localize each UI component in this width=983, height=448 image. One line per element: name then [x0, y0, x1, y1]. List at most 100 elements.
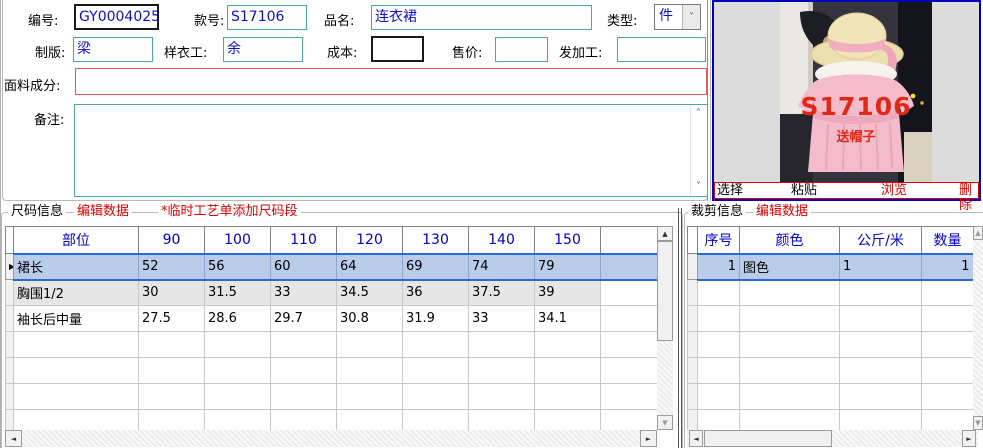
size-col-90: 90	[138, 226, 205, 254]
window-left-edge	[0, 0, 1, 448]
cell-part[interactable]: 胸围1/2	[13, 279, 139, 306]
cut-col-color: 颜色	[739, 226, 840, 254]
cutting-row-empty[interactable]	[687, 357, 973, 384]
size-col-part: 部位	[13, 226, 139, 254]
type-select[interactable]: 件 ˅	[654, 4, 701, 30]
size-col-110: 110	[270, 226, 337, 254]
style-no-label: 款号:	[194, 14, 225, 29]
size-col-140: 140	[468, 226, 535, 254]
photo-delete-button[interactable]: 删除	[959, 183, 978, 213]
fabric-label: 面料成分:	[4, 79, 61, 94]
product-name-input[interactable]: 连衣裙	[371, 5, 592, 30]
size-info-edit-link[interactable]: 编辑数据	[74, 204, 133, 219]
price-input[interactable]	[495, 37, 548, 62]
size-table-wrap: 部位 90 100 110 120 130 140 150 ▶ 裙长 52 56…	[5, 226, 657, 430]
cutting-row-empty[interactable]	[687, 409, 973, 430]
scroll-up-icon[interactable]: ˄	[691, 108, 706, 120]
photo-overlay-note: 送帽子	[836, 130, 876, 145]
cutting-row-empty[interactable]	[687, 305, 973, 332]
scroll-down-icon[interactable]: ▼	[973, 416, 983, 430]
cutting-table-header-row: 序号 颜色 公斤/米 数量	[687, 226, 973, 254]
cutting-row-empty[interactable]	[687, 279, 973, 306]
product-name-label: 品名:	[324, 14, 355, 29]
scroll-down-icon[interactable]: ˅	[691, 181, 706, 193]
form-photo-divider-2	[710, 0, 711, 201]
size-col-120: 120	[336, 226, 403, 254]
patterner-input[interactable]: 梁	[73, 37, 153, 62]
cutting-table: 序号 颜色 公斤/米 数量 1 图色 1 1	[687, 226, 973, 430]
cell-color[interactable]: 图色	[739, 252, 840, 281]
cut-col-qty: 数量	[921, 226, 973, 254]
code-input[interactable]: GY0004025	[74, 4, 159, 30]
size-table-hscrollbar[interactable]: ◄ ►	[5, 430, 657, 447]
cutting-info-edit-link[interactable]: 编辑数据	[753, 204, 812, 219]
type-select-value: 件	[659, 8, 673, 24]
price-label: 售价:	[452, 46, 483, 61]
patterner-label: 制版:	[35, 46, 66, 61]
cutting-table-wrap: 序号 颜色 公斤/米 数量 1 图色 1 1	[687, 226, 973, 430]
cutting-row-empty[interactable]	[687, 383, 973, 410]
size-table-header-row: 部位 90 100 110 120 130 140 150	[5, 226, 657, 254]
style-no-input[interactable]: S17106	[227, 5, 307, 30]
cutting-info-title: 裁剪信息	[688, 204, 747, 219]
scroll-right-icon[interactable]: ►	[640, 430, 657, 447]
remark-scrollbar[interactable]: ˄ ˅	[690, 106, 706, 195]
cell-qty[interactable]: 1	[921, 252, 973, 281]
chevron-down-icon[interactable]: ˅	[682, 5, 700, 29]
scroll-up-icon[interactable]: ▲	[657, 226, 673, 241]
sample-worker-label: 样衣工:	[164, 46, 208, 61]
cutting-table-hscrollbar[interactable]: ◄ ►	[687, 430, 978, 447]
scroll-down-icon[interactable]: ▼	[657, 415, 673, 430]
form-photo-divider	[707, 0, 708, 201]
photo-browse-button[interactable]: 浏览	[881, 183, 907, 198]
photo-select-button[interactable]: 选择	[717, 183, 743, 198]
style-photo: S17106 送帽子	[780, 2, 932, 182]
cut-col-seq: 序号	[697, 226, 740, 254]
scroll-left-icon[interactable]: ◄	[5, 430, 22, 447]
cutting-table-vscrollbar[interactable]: ▲ ▼	[973, 226, 983, 430]
cost-input[interactable]	[371, 36, 424, 62]
remark-textarea[interactable]: ˄ ˅	[74, 104, 708, 197]
sample-worker-input[interactable]: 余	[223, 37, 303, 62]
cutting-table-hscroll-thumb[interactable]	[704, 430, 832, 447]
garment-style-entry-window: 编号: GY0004025 款号: S17106 品名: 连衣裙 类型: 件 ˅…	[0, 0, 983, 448]
fabric-input[interactable]	[75, 68, 707, 95]
cell-seq[interactable]: 1	[697, 252, 740, 281]
cutting-row[interactable]: 1 图色 1 1	[687, 252, 973, 281]
size-col-100: 100	[204, 226, 271, 254]
size-table-vscrollbar[interactable]: ▲ ▼	[657, 226, 673, 430]
photo-button-bar: 选择 粘贴 浏览 删除	[714, 182, 979, 213]
type-label: 类型:	[607, 14, 638, 29]
cut-col-kg: 公斤/米	[839, 226, 922, 254]
bottom-sections-divider-2	[681, 208, 682, 448]
outsource-label: 发加工:	[559, 46, 603, 61]
size-row-skirt-length[interactable]: ▶ 裙长 52 56 60 64 69 74 79	[5, 252, 657, 281]
size-row-sleeve[interactable]: 袖长后中量 27.5 28.6 29.7 30.8 31.9 33 34.1	[5, 305, 657, 332]
code-label: 编号:	[28, 14, 59, 29]
cell-part[interactable]: 袖长后中量	[13, 305, 139, 332]
size-table-vscroll-thumb[interactable]	[657, 241, 673, 341]
remark-label: 备注:	[34, 113, 65, 128]
cost-label: 成本:	[327, 46, 358, 61]
cutting-row-empty[interactable]	[687, 331, 973, 358]
size-info-title: 尺码信息	[8, 204, 67, 219]
size-col-150: 150	[534, 226, 601, 254]
scroll-left-icon[interactable]: ◄	[689, 430, 703, 447]
size-row-empty[interactable]	[5, 357, 657, 384]
size-table: 部位 90 100 110 120 130 140 150 ▶ 裙长 52 56…	[5, 226, 657, 430]
size-info-note: *临时工艺单添加尺码段	[158, 204, 301, 219]
size-row-empty[interactable]	[5, 409, 657, 430]
photo-paste-button[interactable]: 粘贴	[791, 183, 817, 198]
row-marker-icon[interactable]: ▶	[5, 253, 14, 280]
size-row-empty[interactable]	[5, 331, 657, 358]
cell-kg[interactable]: 1	[839, 252, 922, 281]
cell-part[interactable]: 裙长	[13, 252, 139, 281]
bottom-sections-divider	[678, 208, 679, 448]
size-col-130: 130	[402, 226, 469, 254]
size-row-empty[interactable]	[5, 383, 657, 410]
scroll-up-icon[interactable]: ▲	[973, 226, 983, 240]
scroll-right-icon[interactable]: ►	[962, 430, 976, 447]
size-row-chest[interactable]: 胸围1/2 30 31.5 33 34.5 36 37.5 39	[5, 279, 657, 306]
outsource-input[interactable]	[617, 37, 706, 62]
photo-overlay-style-code: S17106	[800, 92, 912, 121]
